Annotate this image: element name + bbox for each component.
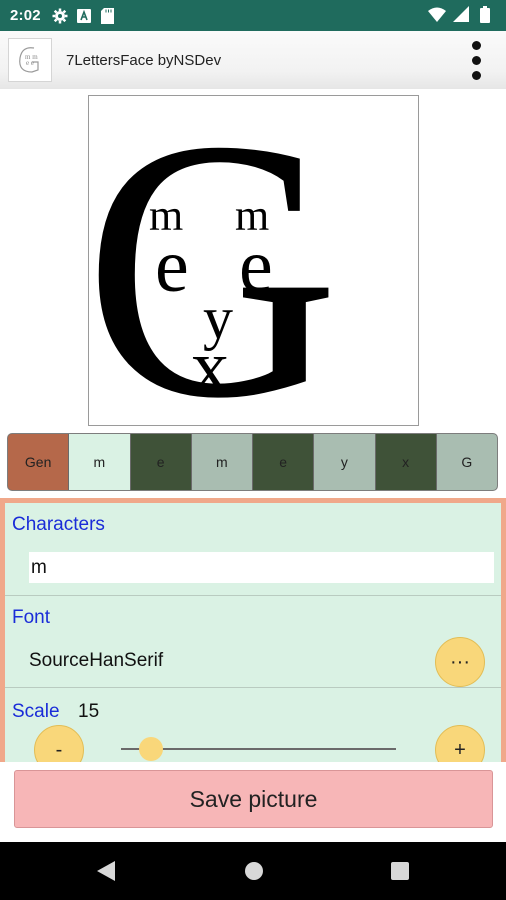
wifi-icon <box>428 5 446 23</box>
app-title: 7LettersFace byNSDev <box>66 51 222 69</box>
divider <box>5 595 501 596</box>
app-logo: m m e e <box>8 38 52 82</box>
sd-card-icon <box>99 7 117 25</box>
font-value: SourceHanSerif <box>29 650 164 671</box>
letter-slot-bar: Gen m e m e y x G <box>7 433 498 491</box>
navigation-bar <box>0 842 506 900</box>
scale-label: Scale <box>12 701 60 722</box>
font-picker-button[interactable]: ··· <box>435 637 485 687</box>
scale-decrease-button[interactable]: - <box>34 725 84 762</box>
scale-slider-thumb[interactable] <box>138 737 163 761</box>
gear-icon <box>51 7 69 25</box>
glyph-e-left: e <box>155 224 189 308</box>
face-preview: G m m e e y x <box>88 95 419 426</box>
slot-g[interactable]: G <box>436 434 497 490</box>
home-icon[interactable] <box>243 860 265 882</box>
overflow-menu-icon[interactable] <box>462 38 490 82</box>
glyph-x: x <box>191 325 229 409</box>
battery-icon <box>476 5 494 23</box>
characters-input[interactable]: m <box>29 552 494 583</box>
svg-text:e e: e e <box>26 59 34 67</box>
glyph-e-right: e <box>239 224 273 308</box>
scale-value: 15 <box>78 701 100 722</box>
slot-e-1[interactable]: e <box>130 434 192 490</box>
slot-e-2[interactable]: e <box>253 434 315 490</box>
status-time: 2:02 <box>10 7 41 24</box>
slot-x[interactable]: x <box>375 434 437 490</box>
status-bar: 2:02 <box>0 0 506 31</box>
signal-icon <box>452 5 470 23</box>
slot-y[interactable]: y <box>314 434 376 490</box>
font-label: Font <box>12 607 51 628</box>
slot-m-2[interactable]: m <box>191 434 253 490</box>
slot-m-1[interactable]: m <box>69 434 131 490</box>
settings-panel: Characters m Font SourceHanSerif ··· Sca… <box>0 498 506 762</box>
characters-label: Characters <box>12 514 105 535</box>
a-box-icon <box>75 7 93 25</box>
scale-increase-button[interactable]: + <box>435 725 485 762</box>
back-icon[interactable] <box>95 860 117 882</box>
slot-gen[interactable]: Gen <box>8 434 70 490</box>
recents-icon[interactable] <box>389 860 411 882</box>
save-picture-button[interactable]: Save picture <box>14 770 493 828</box>
app-bar: m m e e 7LettersFace byNSDev <box>0 31 506 89</box>
settings-panel-body: Characters m Font SourceHanSerif ··· Sca… <box>5 503 501 762</box>
divider <box>5 687 501 688</box>
